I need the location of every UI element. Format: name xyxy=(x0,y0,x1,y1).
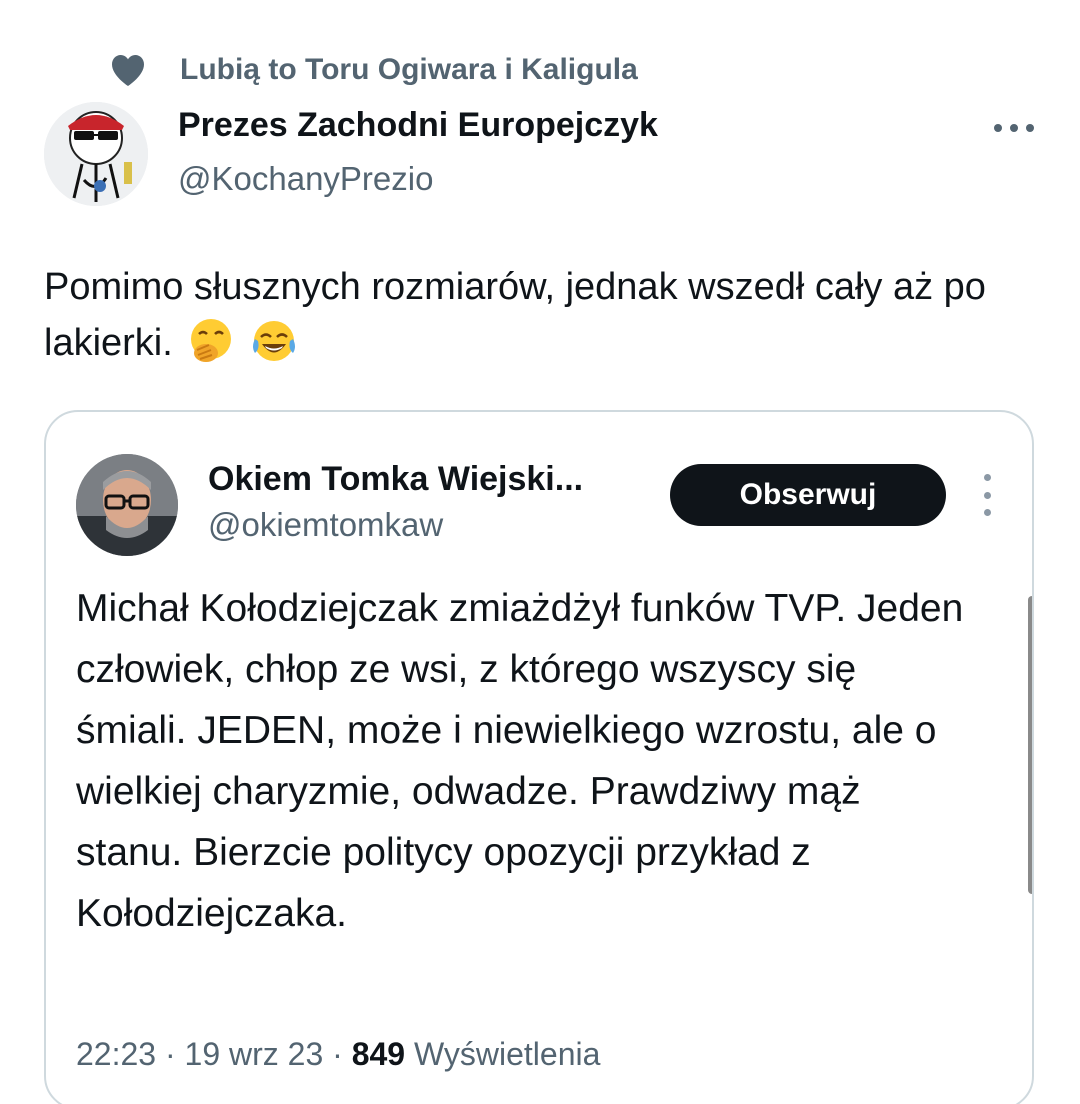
quoted-author-handle[interactable]: @okiemtomkaw xyxy=(208,506,443,544)
meta-separator: · xyxy=(164,1036,176,1072)
tweet-date[interactable]: 19 wrz 23 xyxy=(185,1036,324,1072)
tweet-text: Pomimo słusznych rozmiarów, jednak wszed… xyxy=(44,259,1054,371)
follow-button[interactable]: Obserwuj xyxy=(670,464,946,526)
author-avatar[interactable] xyxy=(44,102,148,206)
face-with-tears-of-joy-icon xyxy=(252,321,295,361)
author-handle[interactable]: @KochanyPrezio xyxy=(178,160,433,198)
more-horizontal-icon xyxy=(994,124,1034,132)
quoted-author-name[interactable]: Okiem Tomka Wiejski... xyxy=(208,460,583,499)
social-context: Lubią to Toru Ogiwara i Kaligula xyxy=(108,50,638,90)
more-options-button[interactable] xyxy=(986,110,1042,146)
face-with-hand-over-mouth-icon xyxy=(191,319,232,362)
quoted-tweet-text: Michał Kołodziejczak zmiażdżył funków TV… xyxy=(76,587,964,935)
quoted-tweet-card[interactable]: Okiem Tomka Wiejski... @okiemtomkaw Obse… xyxy=(44,410,1034,1104)
heart-icon xyxy=(112,55,144,86)
views-count: 849 xyxy=(351,1036,406,1072)
tweet-page: Lubią to Toru Ogiwara i Kaligula Prezes … xyxy=(0,0,1080,1104)
more-vertical-icon[interactable] xyxy=(974,474,1000,516)
liked-by-text[interactable]: Lubią to Toru Ogiwara i Kaligula xyxy=(180,53,638,87)
quoted-tweet-meta: 22:23 · 19 wrz 23 · 849 Wyświetlenia xyxy=(76,1036,600,1073)
quoted-author-avatar[interactable] xyxy=(76,454,178,556)
tweet-time[interactable]: 22:23 xyxy=(76,1036,156,1072)
views-label: Wyświetlenia xyxy=(413,1036,601,1072)
meta-separator: · xyxy=(332,1036,343,1072)
tweet-text-content: Pomimo słusznych rozmiarów, jednak wszed… xyxy=(44,266,986,364)
author-name[interactable]: Prezes Zachodni Europejczyk xyxy=(178,106,658,145)
scrollbar[interactable] xyxy=(1028,596,1032,894)
